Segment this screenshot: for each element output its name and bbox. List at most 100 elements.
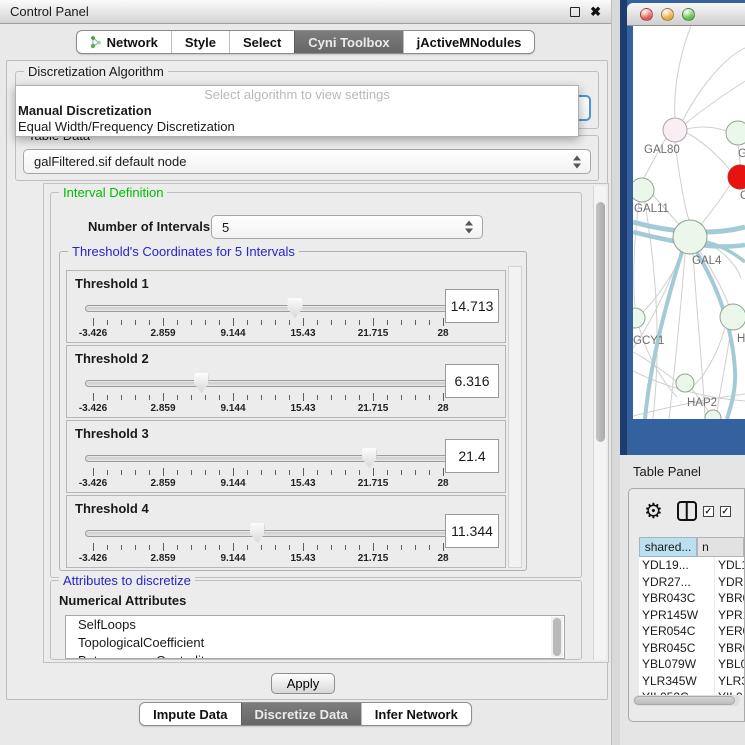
attribute-list-item[interactable]: BetweennessCentrality xyxy=(66,652,564,659)
network-node[interactable] xyxy=(676,374,694,392)
float-icon[interactable] xyxy=(570,7,580,17)
apply-button[interactable]: Apply xyxy=(271,673,335,694)
horizontal-scrollbar[interactable] xyxy=(633,695,740,706)
network-node[interactable] xyxy=(633,178,654,202)
network-canvas[interactable]: GAL80GACGAL11GAL4GCY1HHAP2 xyxy=(633,26,745,419)
table-cell: YBR043C xyxy=(639,590,715,607)
network-window-titlebar[interactable] xyxy=(627,3,745,26)
table-cell: YLR3 xyxy=(715,673,744,690)
column-header[interactable]: shared... xyxy=(639,537,697,557)
table-row[interactable]: YPR145WYPR1 xyxy=(639,607,744,624)
network-node[interactable] xyxy=(673,220,707,254)
thresholds-scrollbar[interactable] xyxy=(508,266,522,568)
cyni-toolbox-panel: Discretization Algorithm Select algorith… xyxy=(6,60,608,700)
table-cell: YBL079W xyxy=(639,656,715,673)
bottom-tab-infer-network[interactable]: Infer Network xyxy=(361,703,471,725)
numerical-attributes-list[interactable]: SelfLoopsTopologicalCoefficientBetweenne… xyxy=(65,615,565,659)
threshold-panel: Threshold 1 -3.4262.8599.14415.4321.7152… xyxy=(66,270,506,343)
table-cell: YBL0 xyxy=(715,656,744,673)
table-row[interactable]: YBR043CYBR0 xyxy=(639,590,744,607)
threshold-value-box[interactable]: 14.713 xyxy=(445,289,499,323)
scrollbar-thumb[interactable] xyxy=(634,696,735,705)
algorithm-option[interactable]: Manual Discretization xyxy=(16,103,578,119)
checkbox-checked-icon[interactable]: ✓ xyxy=(720,506,731,517)
network-node[interactable] xyxy=(663,118,687,142)
network-node[interactable] xyxy=(728,165,745,189)
threshold-label: Threshold 3 xyxy=(75,426,149,441)
network-view-window: GAL80GACGAL11GAL4GCY1HHAP2 xyxy=(620,0,745,455)
threshold-slider[interactable]: -3.4262.8599.14415.4321.71528 xyxy=(85,372,451,416)
right-column: GAL80GACGAL11GAL4GCY1HHAP2 Table Panel ⚙… xyxy=(620,0,745,745)
threshold-value-box[interactable]: 21.4 xyxy=(445,439,499,473)
threshold-slider[interactable]: -3.4262.8599.14415.4321.71528 xyxy=(85,297,451,341)
node-table[interactable]: shared...n YDL19...YDL1YDR27...YDR2YBR04… xyxy=(639,537,744,695)
threshold-panel: Threshold 2 -3.4262.8599.14415.4321.7152… xyxy=(66,345,506,418)
tab-network[interactable]: Network xyxy=(77,31,171,53)
table-row[interactable]: YBL079WYBL0 xyxy=(639,656,744,673)
number-of-intervals-label: Number of Intervals xyxy=(88,219,210,234)
vertical-scrollbar[interactable] xyxy=(593,186,606,660)
top-tab-bar: Network Style Select Cyni Toolbox jActiv… xyxy=(0,30,611,54)
minimize-light[interactable] xyxy=(661,8,674,21)
tab-cyni-toolbox[interactable]: Cyni Toolbox xyxy=(294,31,402,53)
network-node[interactable] xyxy=(720,304,745,330)
checkbox-checked-icon[interactable]: ✓ xyxy=(703,506,714,517)
slider-thumb[interactable] xyxy=(194,373,209,393)
attribute-list-item[interactable]: TopologicalCoefficient xyxy=(66,634,564,652)
bottom-tab-bar: Impute Data Discretize Data Infer Networ… xyxy=(0,702,611,726)
slider-thumb[interactable] xyxy=(362,448,377,468)
bottom-tab-discretize-data[interactable]: Discretize Data xyxy=(241,703,361,725)
column-header[interactable]: n xyxy=(697,537,744,557)
interval-definition-title: Interval Definition xyxy=(59,185,167,200)
table-cell: YDL1 xyxy=(715,557,744,574)
thresholds-group: Threshold's Coordinates for 5 Intervals … xyxy=(59,251,527,571)
gear-icon[interactable]: ⚙ xyxy=(644,501,663,522)
control-panel-titlebar: Control Panel ✖ xyxy=(0,0,611,24)
network-node[interactable] xyxy=(705,410,721,419)
threshold-panel: Threshold 3 -3.4262.8599.14415.4321.7152… xyxy=(66,420,506,493)
number-of-intervals-combo[interactable]: 5 xyxy=(211,215,483,239)
table-row[interactable]: YER054CYER0 xyxy=(639,623,744,640)
close-icon[interactable]: ✖ xyxy=(590,6,601,18)
attributes-scrollbar[interactable] xyxy=(551,617,563,657)
table-row[interactable]: YBR045CYBR0 xyxy=(639,640,744,657)
table-row[interactable]: YDR27...YDR2 xyxy=(639,574,744,591)
stepper-icon xyxy=(465,221,473,234)
tab-select[interactable]: Select xyxy=(229,31,294,53)
slider-thumb[interactable] xyxy=(288,298,303,318)
desktop-edge xyxy=(620,0,627,455)
number-of-intervals-value: 5 xyxy=(222,220,229,235)
threshold-slider[interactable]: -3.4262.8599.14415.4321.71528 xyxy=(85,447,451,491)
scrollbar-thumb[interactable] xyxy=(596,202,605,442)
table-data-combo[interactable]: galFiltered.sif default node xyxy=(23,149,591,174)
zoom-light[interactable] xyxy=(682,8,695,21)
tab-jactivemnodules[interactable]: jActiveMNodules xyxy=(403,31,535,53)
threshold-value-box[interactable]: 11.344 xyxy=(445,514,499,548)
network-node[interactable] xyxy=(726,121,745,145)
network-icon xyxy=(90,35,102,49)
attribute-list-item[interactable]: SelfLoops xyxy=(66,616,564,634)
table-panel-title: Table Panel xyxy=(633,464,701,479)
close-light[interactable] xyxy=(640,8,653,21)
threshold-value-box[interactable]: 6.316 xyxy=(445,364,499,398)
table-row[interactable]: YLR345WYLR3 xyxy=(639,673,744,690)
bottom-tab-impute-data[interactable]: Impute Data xyxy=(140,703,240,725)
algorithm-placeholder: Select algorithm to view settings xyxy=(16,87,578,103)
table-cell: YPR1 xyxy=(715,607,744,624)
scrollbar-thumb[interactable] xyxy=(553,618,561,656)
threshold-label: Threshold 1 xyxy=(75,276,149,291)
network-node-label: C xyxy=(740,190,745,202)
slider-thumb[interactable] xyxy=(250,523,265,543)
network-node[interactable] xyxy=(633,308,645,328)
split-view-icon[interactable] xyxy=(677,501,697,521)
table-cell: YER0 xyxy=(715,623,744,640)
tab-style[interactable]: Style xyxy=(171,31,229,53)
numerical-attributes-label: Numerical Attributes xyxy=(59,593,186,608)
table-row[interactable]: YDL19...YDL1 xyxy=(639,557,744,574)
network-node-label: H xyxy=(737,333,745,345)
algorithm-option[interactable]: Equal Width/Frequency Discretization xyxy=(16,119,578,135)
threshold-slider[interactable]: -3.4262.8599.14415.4321.71528 xyxy=(85,522,451,566)
threshold-panel: Threshold 4 -3.4262.8599.14415.4321.7152… xyxy=(66,495,506,568)
table-cell: YDR2 xyxy=(715,574,744,591)
algorithm-dropdown-popup: Select algorithm to view settings Manual… xyxy=(15,85,579,137)
